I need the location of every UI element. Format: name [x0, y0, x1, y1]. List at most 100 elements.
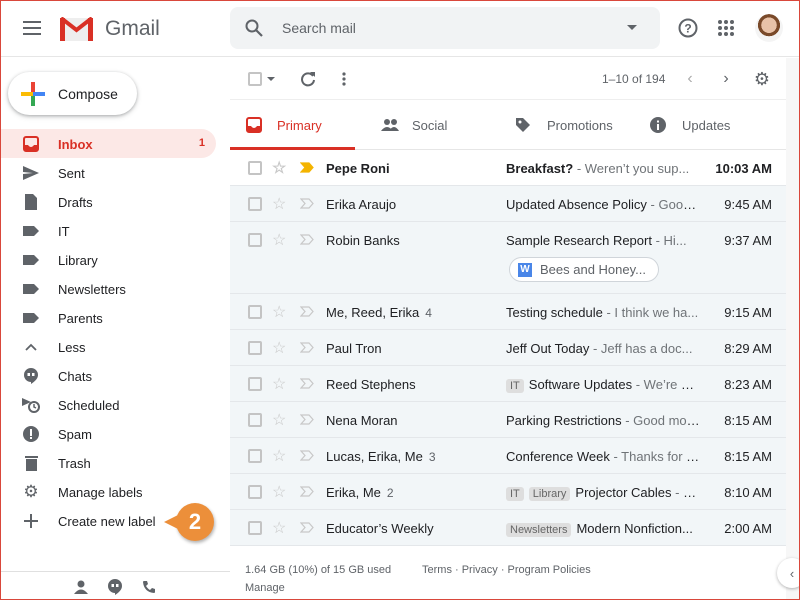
row-checkbox[interactable] — [248, 413, 262, 427]
email-row[interactable]: ☆ Paul Tron Jeff Out Today - Jeff has a … — [230, 330, 786, 366]
sidebar-item-newsletters[interactable]: Newsletters — [0, 274, 216, 303]
email-row[interactable]: ☆ Pepe Roni Breakfast? - Weren’t you sup… — [230, 150, 786, 186]
important-marker-icon[interactable] — [300, 378, 314, 389]
sidebar-item-sent[interactable]: Sent — [0, 158, 216, 187]
email-row[interactable]: ☆ Reed Stephens IT Software Updates - We’… — [230, 366, 786, 402]
email-row[interactable]: ☆ Erika, Me 2 IT Library Projector Cables -… — [230, 474, 786, 510]
row-checkbox[interactable] — [248, 341, 262, 355]
expand-side-panel-button[interactable]: ‹ — [777, 558, 800, 588]
star-icon[interactable]: ☆ — [272, 230, 286, 250]
star-icon[interactable]: ☆ — [272, 518, 286, 538]
star-icon[interactable]: ☆ — [272, 374, 286, 394]
sidebar-item-less[interactable]: Less — [0, 332, 216, 361]
snippet-text: - Good... — [646, 197, 701, 212]
email-row[interactable]: ☆ Nena Moran Parking Restrictions - Good… — [230, 402, 786, 438]
select-all-checkbox[interactable] — [248, 72, 262, 86]
sidebar-item-inbox[interactable]: Inbox 1 — [0, 129, 216, 158]
search-options-caret-icon[interactable] — [626, 23, 638, 33]
manage-storage-link[interactable]: Manage — [245, 582, 285, 594]
star-icon[interactable]: ☆ — [272, 158, 286, 178]
snippet-text: - Jeff has a doc... — [592, 341, 693, 356]
menu-icon[interactable] — [20, 16, 44, 40]
gmail-logo-icon[interactable] — [59, 16, 93, 42]
sidebar-item-library[interactable]: Library — [0, 245, 216, 274]
attachment-chip[interactable]: W Bees and Honey... — [509, 257, 659, 282]
star-icon[interactable]: ☆ — [272, 446, 286, 466]
important-marker-icon[interactable] — [300, 342, 314, 353]
compose-label: Compose — [58, 86, 118, 102]
select-caret-icon[interactable] — [266, 74, 276, 84]
email-sender: Lucas, Erika, Me 3 — [326, 449, 436, 464]
snippet-text: - M... — [675, 485, 701, 500]
sidebar-item-scheduled[interactable]: Scheduled — [0, 390, 216, 419]
email-sender: Reed Stephens — [326, 377, 416, 392]
star-icon[interactable]: ☆ — [272, 338, 286, 358]
important-marker-icon[interactable] — [300, 162, 314, 173]
tab-updates[interactable]: Updates — [645, 100, 775, 150]
star-icon[interactable]: ☆ — [272, 410, 286, 430]
sidebar-item-parents[interactable]: Parents — [0, 303, 216, 332]
row-checkbox[interactable] — [248, 449, 262, 463]
sidebar-item-label: Drafts — [58, 195, 93, 210]
thread-count: 2 — [386, 486, 394, 500]
email-time: 8:15 AM — [724, 449, 772, 464]
email-row[interactable]: ☆ Robin Banks Sample Research Report - H… — [230, 222, 786, 294]
email-subject: Updated Absence Policy - Good... — [506, 197, 701, 212]
help-icon[interactable]: ? — [677, 17, 699, 39]
phone-icon[interactable] — [140, 578, 158, 596]
sidebar-item-chats[interactable]: Chats — [0, 361, 216, 390]
row-checkbox[interactable] — [248, 233, 262, 247]
important-marker-icon[interactable] — [300, 234, 314, 245]
sidebar-item-spam[interactable]: Spam — [0, 419, 216, 448]
email-row[interactable]: ☆ Me, Reed, Erika 4 Testing schedule - I … — [230, 294, 786, 330]
search-input[interactable] — [282, 7, 602, 49]
row-checkbox[interactable] — [248, 377, 262, 391]
contacts-icon[interactable] — [72, 578, 90, 596]
tab-primary[interactable]: Primary — [230, 100, 355, 150]
sidebar-item-manage-labels[interactable]: ⚙ Manage labels — [0, 477, 216, 506]
sidebar-item-label: Inbox — [58, 137, 93, 152]
email-row[interactable]: ☆ Lucas, Erika, Me 3 Conference Week - Th… — [230, 438, 786, 474]
important-marker-icon[interactable] — [300, 450, 314, 461]
star-icon[interactable]: ☆ — [272, 482, 286, 502]
compose-button[interactable]: Compose — [8, 72, 137, 115]
star-icon[interactable]: ☆ — [272, 302, 286, 322]
sidebar-item-label: Manage labels — [58, 485, 143, 500]
important-marker-icon[interactable] — [300, 414, 314, 425]
prev-page-icon[interactable]: ‹ — [681, 70, 699, 88]
email-subject: Conference Week - Thanks for le... — [506, 449, 701, 464]
settings-gear-icon[interactable]: ⚙ — [752, 69, 772, 89]
star-icon[interactable]: ☆ — [272, 194, 286, 214]
important-marker-icon[interactable] — [300, 306, 314, 317]
tab-social[interactable]: Social — [370, 100, 495, 150]
next-page-icon[interactable]: › — [717, 70, 735, 88]
important-marker-icon[interactable] — [300, 486, 314, 497]
thread-count: 4 — [425, 306, 432, 320]
important-marker-icon[interactable] — [300, 198, 314, 209]
email-row[interactable]: ☆ Educator’s Weekly Newsletters Modern No… — [230, 510, 786, 546]
tab-promotions[interactable]: Promotions — [510, 100, 640, 150]
search-icon[interactable] — [244, 18, 264, 38]
row-checkbox[interactable] — [248, 161, 262, 175]
label-icon — [22, 280, 40, 298]
row-checkbox[interactable] — [248, 305, 262, 319]
row-checkbox[interactable] — [248, 485, 262, 499]
tab-label: Primary — [277, 118, 322, 133]
more-vert-icon[interactable] — [334, 69, 354, 89]
row-checkbox[interactable] — [248, 521, 262, 535]
thread-count: 3 — [428, 450, 436, 464]
avatar[interactable] — [755, 14, 783, 42]
subject-text: Modern Nonfiction... — [576, 521, 693, 536]
sidebar-item-drafts[interactable]: Drafts — [0, 187, 216, 216]
email-row[interactable]: ☆ Erika Araujo Updated Absence Policy - … — [230, 186, 786, 222]
row-checkbox[interactable] — [248, 197, 262, 211]
footer-links[interactable]: Terms · Privacy · Program Policies — [422, 564, 591, 576]
sidebar-item-it[interactable]: IT — [0, 216, 216, 245]
important-marker-icon[interactable] — [300, 522, 314, 533]
apps-grid-icon[interactable] — [716, 18, 736, 38]
tab-label: Updates — [682, 118, 731, 133]
hangouts-icon[interactable] — [106, 578, 124, 596]
sidebar-item-trash[interactable]: Trash — [0, 448, 216, 477]
plus-icon — [22, 512, 40, 530]
refresh-icon[interactable] — [298, 69, 318, 89]
